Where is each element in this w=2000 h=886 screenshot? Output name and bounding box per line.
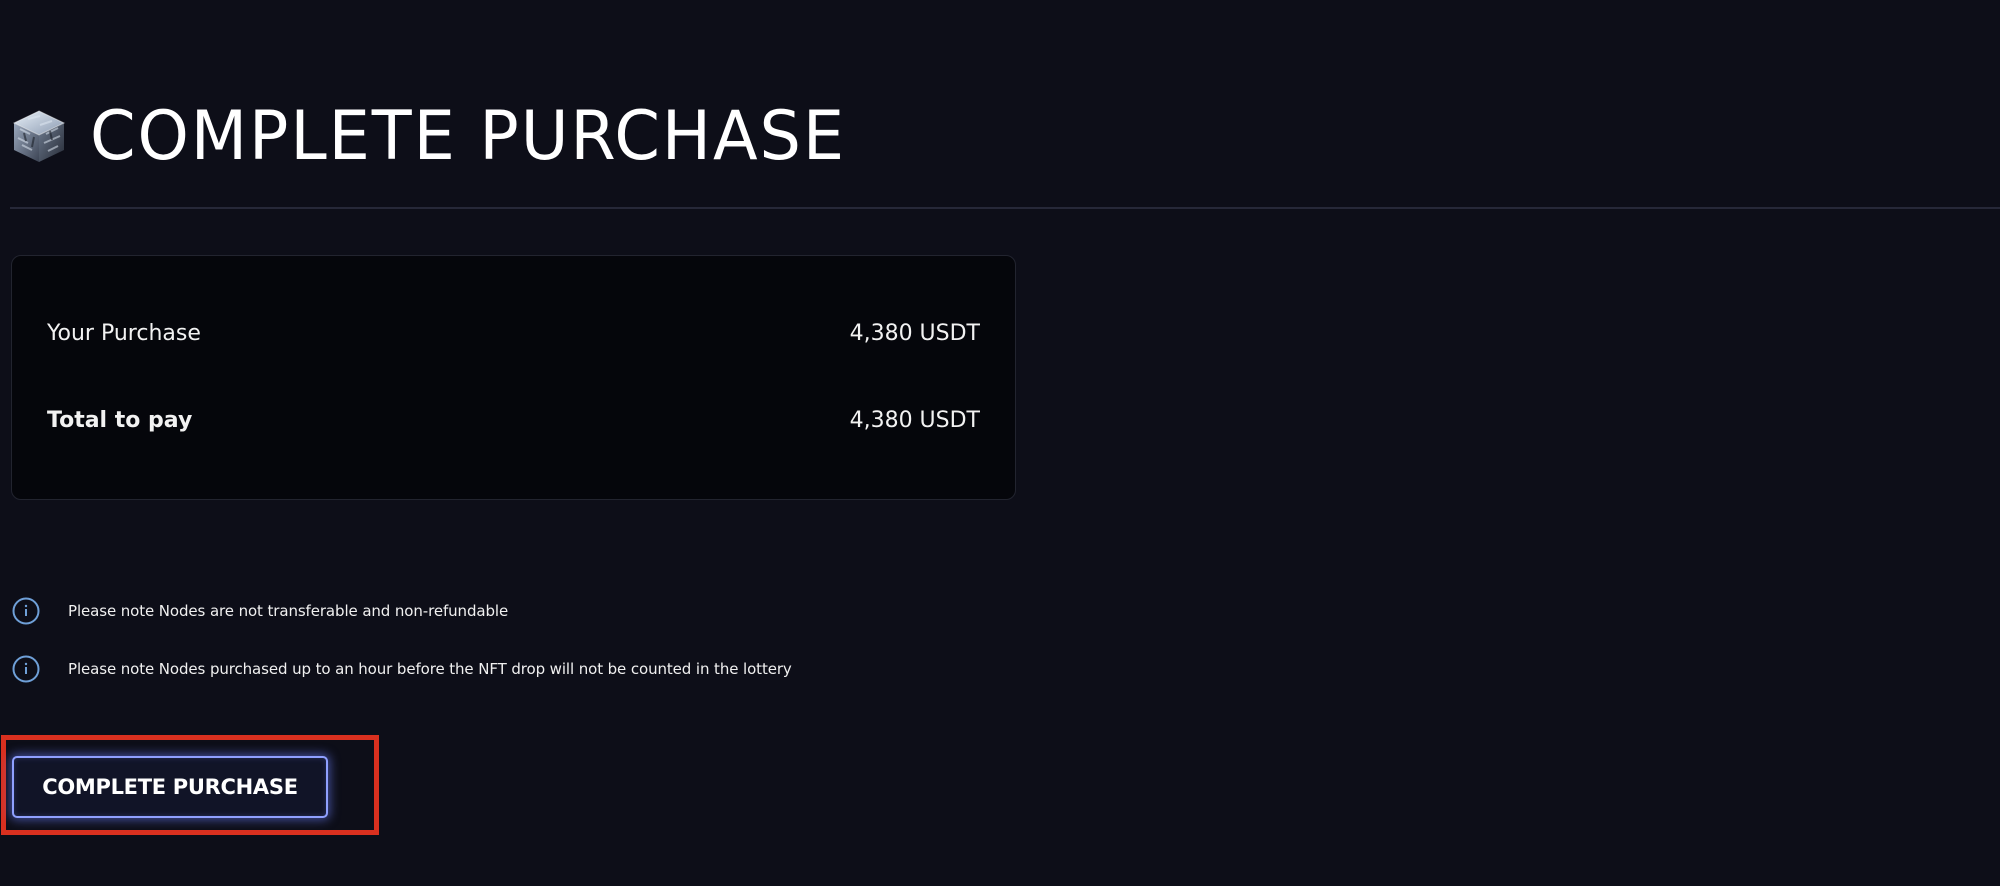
page-header: COMPLETE PURCHASE	[10, 96, 878, 176]
note-text: Please note Nodes are not transferable a…	[68, 602, 509, 620]
info-icon	[12, 655, 40, 683]
notes-list: Please note Nodes are not transferable a…	[12, 596, 792, 712]
note-text: Please note Nodes purchased up to an hou…	[68, 660, 792, 678]
total-value: 4,380 USDT	[849, 408, 980, 433]
complete-purchase-button[interactable]: COMPLETE PURCHASE	[12, 756, 328, 818]
page-title: COMPLETE PURCHASE	[90, 96, 847, 176]
total-label: Total to pay	[47, 408, 193, 433]
info-icon	[12, 597, 40, 625]
note-item: Please note Nodes purchased up to an hou…	[12, 654, 792, 684]
purchase-value: 4,380 USDT	[849, 321, 980, 346]
node-cube-icon	[10, 107, 68, 165]
purchase-row: Your Purchase 4,380 USDT	[47, 321, 980, 346]
purchase-label: Your Purchase	[47, 321, 201, 346]
note-item: Please note Nodes are not transferable a…	[12, 596, 792, 626]
header-divider	[10, 207, 2000, 209]
total-row: Total to pay 4,380 USDT	[47, 408, 980, 433]
purchase-summary-card: Your Purchase 4,380 USDT Total to pay 4,…	[11, 255, 1016, 500]
page: COMPLETE PURCHASE Your Purchase 4,380 US…	[0, 0, 2000, 886]
